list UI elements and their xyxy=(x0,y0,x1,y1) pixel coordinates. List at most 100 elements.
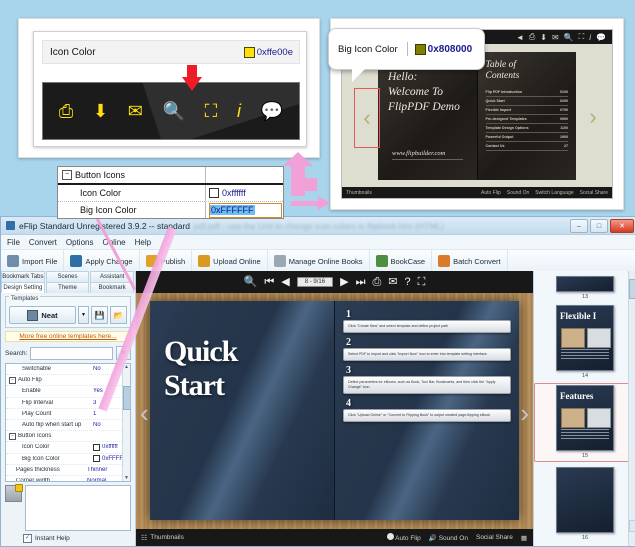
tab-design-setting[interactable]: Design Setting xyxy=(1,282,45,293)
print-icon[interactable]: ⎙ xyxy=(529,32,535,42)
toolbar-button-import-file[interactable]: Import File xyxy=(1,250,65,272)
thumbnails-button[interactable]: ☷ Thumbnails xyxy=(141,534,184,542)
thumbnails-scrollbar[interactable] xyxy=(628,271,635,546)
mail-icon[interactable]: ✉ xyxy=(552,33,559,42)
icon-color-property-row[interactable]: Icon Color 0xffe00e xyxy=(42,40,300,64)
toolbar-button-bookcase[interactable]: BookCase xyxy=(370,250,433,272)
book-right-page[interactable]: 1 Click "Create New" and select template … xyxy=(335,301,519,520)
property-group-row[interactable]: − Button Icons xyxy=(58,167,283,185)
menu-item-file[interactable]: File xyxy=(7,238,20,247)
more-templates-link[interactable]: More free online templates here... xyxy=(5,331,131,342)
tab-bookmark[interactable]: Bookmark xyxy=(90,282,135,293)
mail-icon[interactable]: ✉ xyxy=(388,276,397,288)
comment-icon[interactable]: 💬 xyxy=(596,33,606,42)
collapse-icon[interactable]: − xyxy=(9,376,16,384)
thumbnail-item[interactable]: 16 xyxy=(534,467,635,541)
previous-page-icon[interactable]: ◀ xyxy=(281,276,289,288)
mail-icon[interactable]: ✉ xyxy=(128,102,143,120)
property-row[interactable]: − Button Icons xyxy=(6,431,130,443)
thumbnails-button[interactable]: Thumbnails xyxy=(346,190,372,196)
toolbar-button-apply-change[interactable]: Apply Change xyxy=(64,250,140,272)
property-list-scrollbar[interactable]: ▲ ▼ xyxy=(122,364,130,481)
icon-color-row[interactable]: Icon Color 0xffffff xyxy=(58,185,283,202)
big-icon-color-row[interactable]: Big Icon Color 0xFFFFFF xyxy=(58,202,283,218)
search-icon[interactable]: 🔍 xyxy=(564,33,574,42)
download-icon[interactable]: ⬇ xyxy=(93,102,108,120)
property-row[interactable]: Pages thickness Thinner xyxy=(6,465,130,476)
next-page-icon[interactable]: ▶ xyxy=(340,276,348,288)
scroll-down-icon[interactable]: ▼ xyxy=(123,475,130,481)
toolbar-button-batch-convert[interactable]: Batch Convert xyxy=(432,250,508,272)
big-icon-color-edit-field[interactable]: 0xFFFFFF xyxy=(209,202,282,218)
maximize-button[interactable]: □ xyxy=(590,219,608,233)
save-icon[interactable]: 💾 xyxy=(91,306,108,324)
preview-prev-page-button[interactable]: ‹ xyxy=(140,398,149,429)
fullscreen-icon[interactable]: ⛶ xyxy=(418,276,426,288)
search-input[interactable] xyxy=(30,346,113,360)
color-swatch-icon[interactable] xyxy=(209,188,219,198)
fullscreen-icon[interactable]: ⛶ xyxy=(579,32,585,42)
menu-item-help[interactable]: Help xyxy=(135,238,151,247)
tab-bookmark-tabs[interactable]: Bookmark Tabs xyxy=(1,271,45,282)
page-thumbnails-panel[interactable]: 13 Flexible I 14 Features 15 16 xyxy=(533,271,635,546)
menu-item-convert[interactable]: Convert xyxy=(29,238,57,247)
toolbar-button-upload-online[interactable]: Upload Online xyxy=(192,250,268,272)
info-icon[interactable]: i xyxy=(589,33,591,42)
previous-icon[interactable]: ◄ xyxy=(516,33,524,42)
thumbnail-item[interactable]: Flexible I 14 xyxy=(534,305,635,379)
toc-row[interactable]: Flip PDF Introduction 0100 xyxy=(485,88,568,97)
menu-item-options[interactable]: Options xyxy=(66,238,94,247)
toc-row[interactable]: Template Design Options 1100 xyxy=(485,124,568,133)
page-indicator[interactable]: 8 - 9/16 xyxy=(296,277,334,287)
tab-scenes[interactable]: Scenes xyxy=(45,271,90,282)
flipbook-prev-page-button[interactable]: ‹ xyxy=(354,88,380,148)
color-swatch-icon[interactable] xyxy=(93,455,100,463)
book-left-page[interactable]: Quick Start xyxy=(150,301,335,520)
toc-row[interactable]: Contact Us 27 xyxy=(485,142,568,151)
color-swatch-icon[interactable] xyxy=(93,443,100,451)
property-row[interactable]: Big Icon Color 0xFFFFFF xyxy=(6,454,130,465)
share-grid-icon[interactable]: ▦ xyxy=(521,534,527,542)
template-button[interactable]: Neat xyxy=(9,306,76,324)
last-page-icon[interactable]: ⏭ xyxy=(356,276,366,288)
property-row[interactable]: Corner width Normal xyxy=(6,476,130,481)
toc-row[interactable]: Pre-designed Templates 0900 xyxy=(485,115,568,124)
download-icon[interactable]: ⬇ xyxy=(540,33,547,42)
flipbook-right-page[interactable]: Table of Contents Flip PDF Introduction 0… xyxy=(477,52,576,180)
switch-language-button[interactable]: Switch Language xyxy=(535,190,573,196)
auto-flip-button[interactable]: Auto Flip xyxy=(481,190,501,196)
scrollbar-thumb[interactable] xyxy=(123,386,130,410)
tab-theme[interactable]: Theme xyxy=(45,282,90,293)
instant-help-checkbox[interactable]: ✓ xyxy=(23,534,32,543)
minimize-button[interactable]: – xyxy=(570,219,588,233)
toc-row[interactable]: Quick Start 0200 xyxy=(485,97,568,106)
search-icon[interactable]: 🔍 xyxy=(163,102,185,120)
fullscreen-icon[interactable]: ⛶ xyxy=(205,102,218,120)
first-page-icon[interactable]: ⏮ xyxy=(264,276,274,288)
comment-icon[interactable]: 💬 xyxy=(261,102,283,120)
collapse-icon[interactable]: − xyxy=(9,432,16,440)
close-button[interactable]: ✕ xyxy=(610,219,634,233)
flipbook-next-page-button[interactable]: › xyxy=(584,88,602,146)
chevron-down-icon[interactable]: ▼ xyxy=(78,306,89,324)
instant-help-toggle[interactable]: ✓ Instant Help xyxy=(23,534,131,543)
property-row[interactable]: Auto flip when start up No xyxy=(6,420,130,432)
zoom-icon[interactable]: 🔍 xyxy=(244,276,258,288)
auto-flip-button[interactable]: Auto Flip xyxy=(386,533,421,542)
info-icon[interactable]: i xyxy=(237,102,241,120)
toc-row[interactable]: Flexible Import 0700 xyxy=(485,106,568,115)
social-share-button[interactable]: Social Share xyxy=(476,534,513,541)
open-icon[interactable]: 📂 xyxy=(110,306,127,324)
thumbnail-item[interactable]: 13 xyxy=(534,276,635,300)
social-share-button[interactable]: Social Share xyxy=(580,190,608,196)
sound-on-button[interactable]: Sound On xyxy=(507,190,530,196)
sound-on-button[interactable]: 🔊 Sound On xyxy=(429,534,468,542)
property-row[interactable]: Icon Color 0xffffff xyxy=(6,442,130,454)
property-row[interactable]: Play Count 1 xyxy=(6,409,130,420)
print-icon[interactable]: ⎙ xyxy=(372,276,381,288)
print-icon[interactable]: ⎙ xyxy=(59,102,73,120)
toc-row[interactable]: Powerful Output 1900 xyxy=(485,133,568,142)
flipbook-left-page[interactable]: Hello: Welcome To FlipPDF Demo www.flipb… xyxy=(378,52,478,180)
scrollbar-thumb[interactable] xyxy=(629,279,635,299)
toolbar-button-manage-online-books[interactable]: Manage Online Books xyxy=(268,250,370,272)
